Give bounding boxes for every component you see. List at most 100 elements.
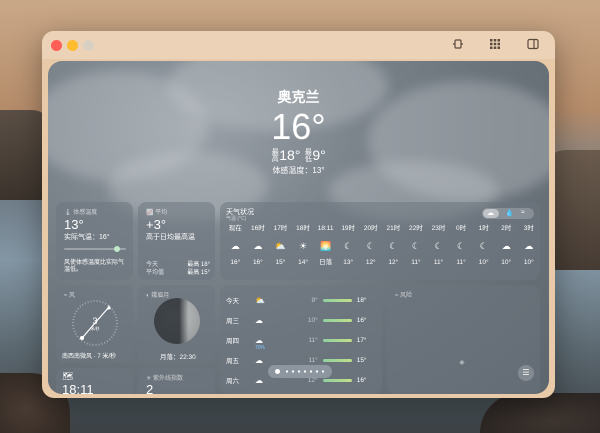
hour-column: 23时 ☾ 11° bbox=[427, 222, 450, 270]
hour-temp: 11° bbox=[456, 259, 466, 266]
hour-temp: 16° bbox=[230, 259, 241, 266]
day-weather-icon: ☁ bbox=[254, 315, 263, 325]
hour-column: 1时 ☾ 10° bbox=[472, 222, 495, 270]
hour-weather-icon: ☾ bbox=[479, 241, 488, 251]
hour-weather-icon: ☁ bbox=[501, 241, 511, 251]
average-title: 📈 平均 bbox=[146, 210, 168, 216]
hour-column: 17时 ⛅ 15° bbox=[269, 222, 292, 270]
hour-temp: 11° bbox=[411, 259, 421, 266]
minimize-button[interactable] bbox=[67, 40, 78, 51]
hour-label: 现在 bbox=[228, 225, 242, 232]
city-name: 奥克兰 bbox=[277, 89, 320, 105]
background-rock-bottom-right bbox=[480, 393, 600, 433]
precipitation-icon[interactable]: 💧 bbox=[505, 209, 514, 217]
daily-row[interactable]: 今天 ⛅ 9° 18° bbox=[226, 289, 376, 311]
daily-row[interactable]: 周三 ☁ 10° 16° bbox=[226, 309, 376, 331]
feels-like-gauge bbox=[64, 246, 126, 252]
radar-card[interactable]: ≈ 风险 ✳ ☰ bbox=[387, 285, 540, 394]
hour-weather-icon: ☀ bbox=[298, 241, 308, 251]
close-button[interactable] bbox=[51, 40, 62, 51]
uv-index-card[interactable]: ☀ 紫外线指数 2 bbox=[138, 368, 215, 394]
hour-temp: 12° bbox=[365, 259, 376, 266]
average-sub: 高于日均最高温 bbox=[146, 234, 195, 241]
feels-like-title: 🌡 体感温度 bbox=[64, 210, 98, 216]
average-card[interactable]: 📈 平均 +3° 高于日均最高温 今天 最高 18° 平均值 最高 15° bbox=[138, 202, 215, 280]
hour-label: 1时 bbox=[478, 225, 489, 232]
grid-icon[interactable] bbox=[488, 38, 502, 52]
sunset-card[interactable]: 🗺 18:11 bbox=[56, 368, 133, 394]
wind-icon[interactable]: ≈ bbox=[521, 209, 525, 216]
temperature-icon[interactable]: ☁ bbox=[487, 209, 494, 217]
day-low: 11° bbox=[308, 356, 318, 364]
sidebar-icon[interactable] bbox=[526, 38, 540, 52]
wind-card[interactable]: ≈ 风 3 米/秒 南西南微风 · 7 米/秒 bbox=[56, 285, 133, 363]
hour-label: 17时 bbox=[273, 225, 288, 232]
hour-weather-icon: ☾ bbox=[389, 241, 398, 251]
hour-label: 20时 bbox=[363, 225, 378, 232]
hour-weather-icon: ☾ bbox=[411, 241, 420, 251]
hour-column: 0时 ☾ 11° bbox=[450, 222, 473, 270]
hour-label: 21时 bbox=[386, 225, 401, 232]
loading-spinner-icon: ✳ bbox=[459, 360, 465, 367]
hour-label: 3时 bbox=[523, 225, 534, 232]
hour-weather-icon: ☁ bbox=[230, 241, 240, 251]
hour-temp: 10° bbox=[478, 259, 489, 266]
temp-range-bar bbox=[322, 318, 352, 322]
page-indicator[interactable] bbox=[268, 365, 332, 378]
wind-unit: 米/秒 bbox=[90, 326, 100, 331]
map-icon: 🗺 bbox=[62, 371, 74, 381]
hour-label: 16时 bbox=[251, 225, 265, 232]
day-low: 10° bbox=[307, 316, 318, 324]
hour-label: 2时 bbox=[501, 225, 512, 232]
day-high: 17° bbox=[356, 336, 367, 344]
day-name: 周五 bbox=[226, 358, 239, 365]
list-icon[interactable]: ☰ bbox=[518, 365, 534, 381]
hour-column: 现在 ☁ 16° bbox=[224, 222, 247, 270]
high-low: 最高18° 最低9° bbox=[48, 147, 549, 163]
hour-label: 22时 bbox=[409, 225, 423, 232]
hour-temp: 14° bbox=[298, 259, 308, 266]
day-high: 18° bbox=[356, 296, 367, 304]
location-icon[interactable] bbox=[451, 38, 465, 52]
hour-column: 3时 ☁ 10° bbox=[518, 222, 540, 270]
day-low: 9° bbox=[311, 296, 318, 304]
day-high: 16° bbox=[356, 316, 367, 324]
hour-column: 22时 ☾ 11° bbox=[405, 222, 428, 270]
hour-label: 18:11 bbox=[317, 225, 334, 232]
title-bar bbox=[42, 31, 555, 59]
hour-weather-icon: ☾ bbox=[434, 241, 443, 251]
day-weather-icon: ☁ 70% bbox=[254, 335, 265, 351]
zoom-button[interactable] bbox=[83, 40, 94, 51]
hour-weather-icon: ⛅ bbox=[274, 241, 287, 251]
high-temp: 18° bbox=[279, 147, 301, 163]
hour-temp: 10° bbox=[523, 259, 534, 266]
low-temp: 9° bbox=[312, 147, 326, 163]
hour-weather-icon: 🌅 bbox=[319, 241, 332, 251]
day-weather-icon: ⛅ bbox=[254, 295, 265, 305]
hourly-row: 现在 ☁ 16° 16时 ☁ 16° 17时 ⛅ 15° 18时 ☀ 14° 18:11 🌅 日落 19时 ☾ 1… bbox=[224, 222, 540, 270]
moonset-time: 月落：22:30 bbox=[160, 354, 196, 361]
hour-label: 0时 bbox=[456, 225, 467, 232]
hour-temp: 12° bbox=[388, 259, 399, 266]
hour-weather-icon: ☁ bbox=[253, 241, 263, 251]
hour-weather-icon: ☾ bbox=[457, 241, 466, 251]
uv-value: 2 bbox=[146, 382, 154, 394]
daily-forecast-card[interactable]: 今天 ⛅ 9° 18° 周三 ☁ 10° 16° 周四 ☁ 70% 11° 17° 周五 ☁ 11° 15° 周六… bbox=[220, 285, 382, 394]
daily-row[interactable]: 周四 ☁ 70% 11° 17° bbox=[226, 329, 376, 351]
hourly-forecast-card[interactable]: 天气状况 气温 (°C) ☁ 💧 ≈ 现在 ☁ 16° 16时 ☁ 16° 17时 ⛅ 15° 1… bbox=[220, 202, 540, 280]
actual-temp: 实际气温：16° bbox=[64, 234, 110, 241]
hour-column: 18时 ☀ 14° bbox=[292, 222, 315, 270]
hour-temp: 13° bbox=[343, 259, 354, 266]
hour-label: 19时 bbox=[341, 225, 356, 232]
avg-row: 平均值 最高 15° bbox=[146, 270, 210, 276]
hour-column: 20时 ☾ 12° bbox=[359, 222, 382, 270]
metric-segmented-control[interactable]: ☁ 💧 ≈ bbox=[482, 208, 534, 219]
moon-card[interactable]: ◐ 娥眉月 月落：22:30 bbox=[138, 285, 215, 363]
hour-label: 18时 bbox=[296, 225, 310, 232]
temp-range-bar bbox=[322, 358, 352, 362]
weather-content[interactable]: 奥克兰 16° 最高18° 最低9° 体感温度：13° 🌡 体感温度 13° 实… bbox=[48, 61, 549, 394]
hour-temp: 日落 bbox=[319, 259, 333, 266]
feels-like-card[interactable]: 🌡 体感温度 13° 实际气温：16° 风使体感温度比实际气温低。 bbox=[56, 202, 133, 280]
hour-temp: 10° bbox=[501, 259, 512, 266]
sunset-time: 18:11 bbox=[62, 382, 94, 394]
